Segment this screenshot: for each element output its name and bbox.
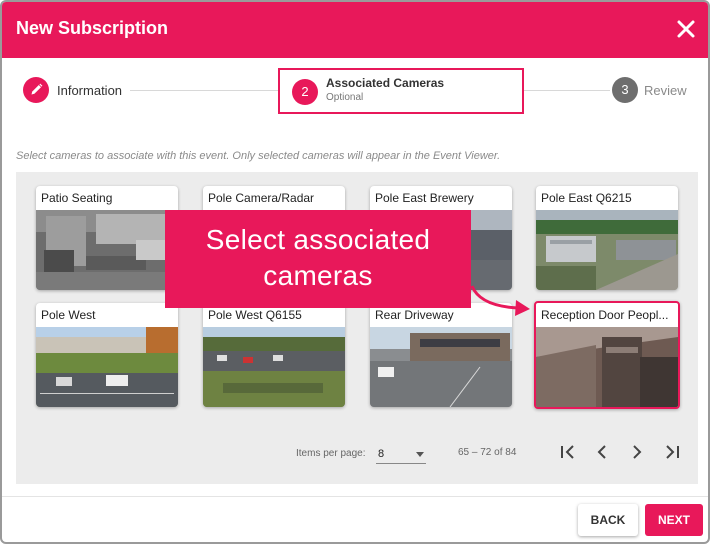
camera-thumbnail xyxy=(370,327,512,407)
callout-line: cameras xyxy=(263,260,373,291)
items-per-page-value: 8 xyxy=(378,448,385,460)
step-sublabel: Optional xyxy=(326,92,364,103)
camera-thumbnail xyxy=(36,210,178,290)
camera-card[interactable]: Pole West Q6155 xyxy=(203,303,345,407)
previous-page-icon[interactable] xyxy=(590,440,614,464)
camera-thumbnail xyxy=(536,327,678,407)
pagination: Items per page: 8 65 – 72 of 84 xyxy=(16,434,698,474)
step-connector xyxy=(130,90,278,91)
new-subscription-dialog: New Subscription Information 2 Associate… xyxy=(0,0,710,544)
camera-name: Reception Door Peopl... xyxy=(541,308,669,322)
first-page-icon[interactable] xyxy=(556,440,580,464)
items-per-page-select[interactable]: 8 xyxy=(376,442,426,464)
step-connector xyxy=(524,90,610,91)
camera-card[interactable]: Pole West xyxy=(36,303,178,407)
camera-name: Pole East Q6215 xyxy=(541,191,632,205)
step-associated-cameras[interactable]: 2 Associated Cameras Optional xyxy=(278,68,524,114)
pencil-icon xyxy=(23,77,49,103)
camera-thumbnail xyxy=(536,210,678,290)
last-page-icon[interactable] xyxy=(660,440,684,464)
camera-thumbnail xyxy=(203,327,345,407)
close-icon[interactable] xyxy=(674,17,698,41)
callout-arrow-icon xyxy=(470,285,530,316)
step-label: Review xyxy=(644,83,687,98)
next-button[interactable]: NEXT xyxy=(645,504,703,536)
camera-name: Patio Seating xyxy=(41,191,113,205)
page-range: 65 – 72 of 84 xyxy=(458,447,517,458)
camera-name: Pole West xyxy=(41,308,96,322)
camera-card-selected[interactable]: Reception Door Peopl... xyxy=(534,301,680,409)
callout-line: Select associated xyxy=(205,224,431,255)
caret-down-icon xyxy=(416,452,424,457)
next-page-icon[interactable] xyxy=(625,440,649,464)
step-label: Information xyxy=(57,83,123,98)
camera-card[interactable]: Pole East Q6215 xyxy=(536,186,678,290)
callout-annotation: Select associated cameras xyxy=(165,210,471,308)
step-number: 2 xyxy=(292,79,318,105)
camera-name: Pole Camera/Radar xyxy=(208,191,315,205)
dialog-header: New Subscription xyxy=(2,2,708,58)
step-label: Associated Cameras xyxy=(326,76,445,90)
camera-thumbnail xyxy=(36,327,178,407)
dialog-title: New Subscription xyxy=(16,18,169,38)
step-number: 3 xyxy=(612,77,638,103)
footer-divider xyxy=(2,496,708,497)
camera-name: Pole East Brewery xyxy=(375,191,474,205)
instructions-text: Select cameras to associate with this ev… xyxy=(16,150,501,162)
camera-card[interactable]: Patio Seating xyxy=(36,186,178,290)
stepper: Information 2 Associated Cameras Optiona… xyxy=(2,58,708,120)
back-button[interactable]: BACK xyxy=(578,504,638,536)
items-per-page-label: Items per page: xyxy=(296,448,366,459)
